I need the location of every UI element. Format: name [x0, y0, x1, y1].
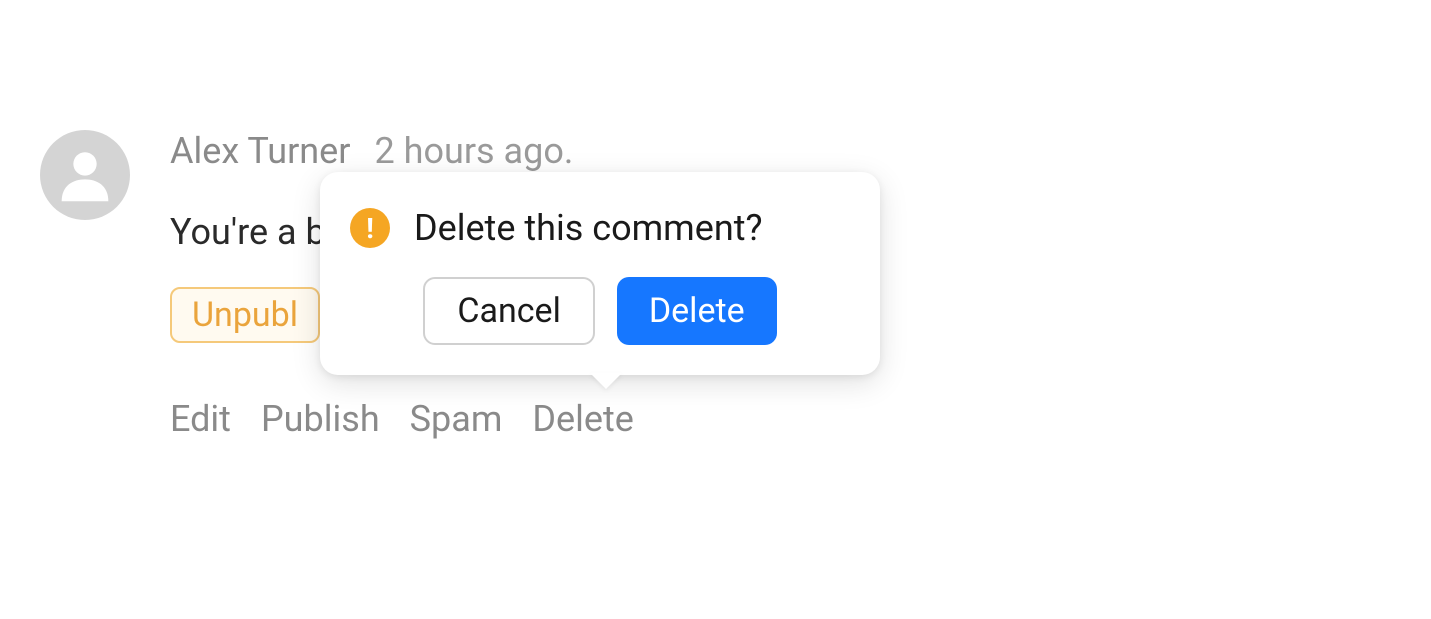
delete-button[interactable]: Delete [617, 277, 777, 345]
comment-actions: Edit Publish Spam Delete [170, 398, 752, 440]
delete-confirm-popover: ! Delete this comment? Cancel Delete [320, 172, 880, 375]
delete-action[interactable]: Delete [532, 398, 633, 440]
warning-icon: ! [350, 208, 390, 248]
author-name[interactable]: Alex Turner [170, 130, 350, 172]
avatar [40, 130, 130, 220]
status-badge: Unpubl [170, 287, 320, 343]
timestamp: 2 hours ago. [374, 130, 573, 172]
popover-header: ! Delete this comment? [350, 207, 850, 249]
popover-title: Delete this comment? [414, 207, 763, 249]
spam-action[interactable]: Spam [410, 398, 503, 440]
comment-header: Alex Turner 2 hours ago. [170, 130, 752, 172]
user-icon [50, 140, 120, 210]
publish-action[interactable]: Publish [261, 398, 380, 440]
edit-action[interactable]: Edit [170, 398, 231, 440]
popover-buttons: Cancel Delete [350, 277, 850, 345]
cancel-button[interactable]: Cancel [423, 277, 595, 345]
